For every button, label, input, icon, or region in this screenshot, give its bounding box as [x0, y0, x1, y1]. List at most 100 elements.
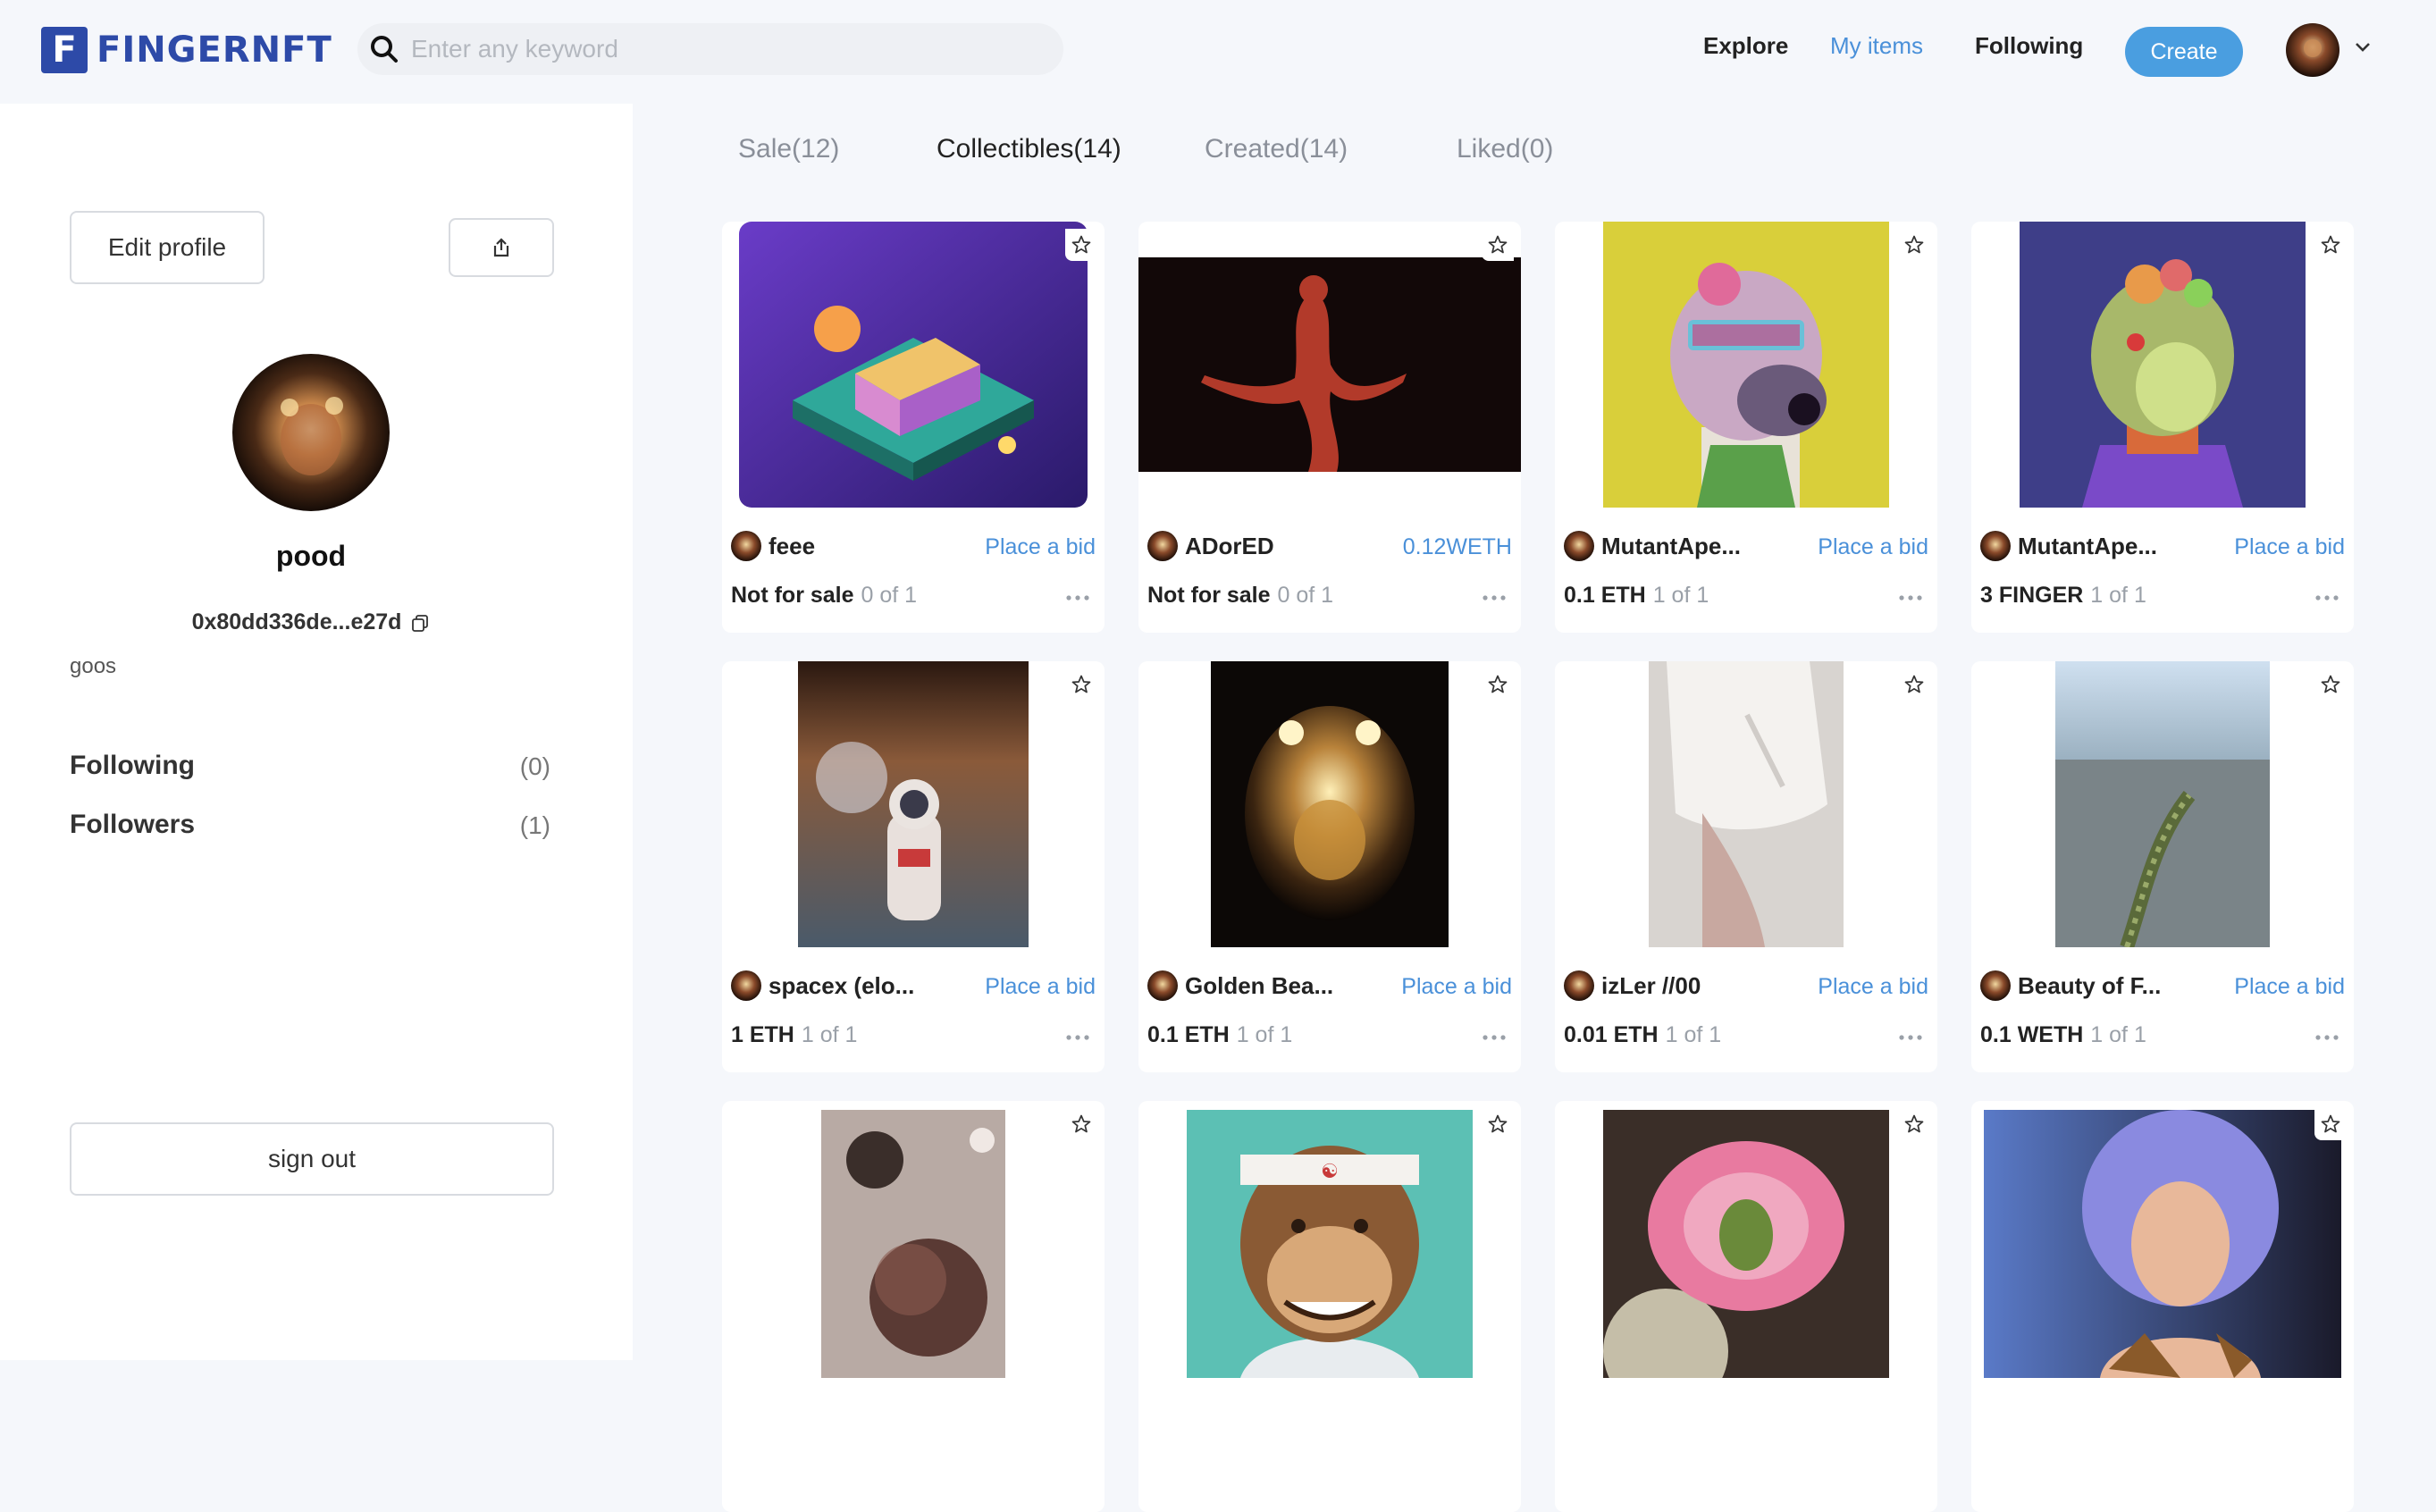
favorite-star-icon[interactable]	[1065, 1108, 1097, 1140]
favorite-star-icon[interactable]	[1482, 229, 1514, 261]
tab-sale[interactable]: Sale(12)	[738, 134, 839, 164]
search-input[interactable]	[409, 34, 1038, 64]
nft-card[interactable]: Beauty of F... Place a bid 0.1 WETH 1 of 1	[1971, 661, 2354, 1072]
price-info: 1 ETH 1 of 1	[731, 1022, 857, 1048]
nft-image[interactable]	[722, 1101, 1105, 1387]
creator[interactable]: spacex (elo...	[731, 970, 914, 1001]
nft-card[interactable]	[1971, 1101, 2354, 1512]
nft-image[interactable]	[1555, 661, 1937, 947]
place-bid-link[interactable]: Place a bid	[2234, 534, 2345, 560]
top-bar: F FINGERNFT Explore My items Following C…	[0, 0, 2436, 100]
more-options-icon[interactable]	[1065, 1019, 1090, 1047]
share-button[interactable]	[449, 218, 554, 277]
creator[interactable]: feee	[731, 531, 815, 561]
nav-my-items[interactable]: My items	[1830, 32, 1923, 60]
favorite-star-icon[interactable]	[1898, 1108, 1930, 1140]
creator[interactable]: izLer //00	[1564, 970, 1701, 1001]
tab-created[interactable]: Created(14)	[1205, 134, 1348, 164]
place-bid-link[interactable]: Place a bid	[1401, 974, 1512, 1000]
creator[interactable]: MutantApe...	[1980, 531, 2157, 561]
creator-avatar	[1980, 531, 2011, 561]
favorite-star-icon[interactable]	[1898, 668, 1930, 701]
more-options-icon[interactable]	[2314, 579, 2339, 608]
copy-icon[interactable]	[410, 613, 430, 633]
more-options-icon[interactable]	[2314, 1019, 2339, 1047]
place-bid-link[interactable]: 0.12WETH	[1403, 534, 1512, 560]
user-avatar[interactable]	[2286, 23, 2339, 77]
search-bar[interactable]	[357, 23, 1063, 75]
creator[interactable]: Golden Bea...	[1147, 970, 1333, 1001]
profile-bio: goos	[70, 654, 117, 678]
more-options-icon[interactable]	[1898, 579, 1923, 608]
creator[interactable]: ADorED	[1147, 531, 1274, 561]
edit-profile-button[interactable]: Edit profile	[70, 211, 265, 284]
price-info: 0.01 ETH 1 of 1	[1564, 1022, 1721, 1048]
avatar-image	[2286, 23, 2339, 77]
place-bid-link[interactable]: Place a bid	[1818, 974, 1928, 1000]
favorite-star-icon[interactable]	[1898, 229, 1930, 261]
nft-card[interactable]: MutantApe... Place a bid 0.1 ETH 1 of 1	[1555, 222, 1937, 633]
nft-image[interactable]	[1971, 1101, 2354, 1387]
favorite-star-icon[interactable]	[2314, 1108, 2347, 1140]
nft-image[interactable]	[1971, 661, 2354, 947]
place-bid-link[interactable]: Place a bid	[985, 534, 1096, 560]
place-bid-link[interactable]: Place a bid	[1818, 534, 1928, 560]
price: Not for sale	[1147, 583, 1271, 608]
favorite-star-icon[interactable]	[1065, 668, 1097, 701]
search-icon[interactable]	[366, 31, 402, 67]
chevron-down-icon[interactable]	[2352, 36, 2373, 57]
create-button[interactable]: Create	[2125, 27, 2243, 77]
favorite-star-icon[interactable]	[1065, 229, 1097, 261]
nav-following[interactable]: Following	[1975, 32, 2083, 60]
following-label[interactable]: Following	[70, 751, 195, 781]
logo-text: FINGERNFT	[97, 29, 332, 71]
star-icon	[1904, 235, 1924, 254]
more-options-icon[interactable]	[1482, 579, 1507, 608]
nft-image[interactable]	[1971, 222, 2354, 508]
wallet-address: 0x80dd336de...e27d	[0, 609, 622, 635]
tab-liked[interactable]: Liked(0)	[1457, 134, 1553, 164]
profile-username: pood	[275, 540, 347, 572]
ellipsis-icon	[1483, 1035, 1506, 1040]
nft-image[interactable]	[722, 661, 1105, 947]
nft-card[interactable]: izLer //00 Place a bid 0.01 ETH 1 of 1	[1555, 661, 1937, 1072]
followers-label[interactable]: Followers	[70, 810, 195, 840]
nft-image[interactable]: ☯	[1138, 1101, 1521, 1387]
nft-card[interactable]: Golden Bea... Place a bid 0.1 ETH 1 of 1	[1138, 661, 1521, 1072]
profile-avatar	[232, 354, 390, 511]
nft-card[interactable]: feee Place a bid Not for sale 0 of 1	[722, 222, 1105, 633]
sign-out-button[interactable]: sign out	[70, 1122, 554, 1196]
tab-collectibles[interactable]: Collectibles(14)	[937, 134, 1121, 164]
creator[interactable]: Beauty of F...	[1980, 970, 2161, 1001]
nft-image[interactable]	[722, 222, 1105, 508]
creator[interactable]: MutantApe...	[1564, 531, 1741, 561]
more-options-icon[interactable]	[1065, 579, 1090, 608]
more-options-icon[interactable]	[1898, 1019, 1923, 1047]
nft-card[interactable]	[722, 1101, 1105, 1512]
nft-card[interactable]: ADorED 0.12WETH Not for sale 0 of 1	[1138, 222, 1521, 633]
edition: 1 of 1	[1665, 1022, 1722, 1047]
nft-card[interactable]: ☯	[1138, 1101, 1521, 1512]
favorite-star-icon[interactable]	[1482, 1108, 1514, 1140]
place-bid-link[interactable]: Place a bid	[2234, 974, 2345, 1000]
favorite-star-icon[interactable]	[2314, 668, 2347, 701]
avatar-image	[731, 531, 761, 561]
nft-image[interactable]	[1138, 661, 1521, 947]
nft-image[interactable]	[1555, 1101, 1937, 1387]
nft-card[interactable]: MutantApe... Place a bid 3 FINGER 1 of 1	[1971, 222, 2354, 633]
edition: 1 of 1	[1236, 1022, 1293, 1047]
avatar-image	[1147, 531, 1178, 561]
pink-flower-artwork	[1603, 1110, 1889, 1378]
nft-card[interactable]	[1555, 1101, 1937, 1512]
ellipsis-icon	[1899, 595, 1922, 601]
more-options-icon[interactable]	[1482, 1019, 1507, 1047]
place-bid-link[interactable]: Place a bid	[985, 974, 1096, 1000]
favorite-star-icon[interactable]	[1482, 668, 1514, 701]
nft-image[interactable]	[1555, 222, 1937, 508]
nft-image[interactable]	[1138, 222, 1521, 508]
favorite-star-icon[interactable]	[2314, 229, 2347, 261]
nft-card[interactable]: spacex (elo... Place a bid 1 ETH 1 of 1	[722, 661, 1105, 1072]
logo[interactable]: F FINGERNFT	[41, 25, 332, 75]
nav-explore[interactable]: Explore	[1703, 32, 1788, 60]
star-icon	[1488, 675, 1508, 693]
